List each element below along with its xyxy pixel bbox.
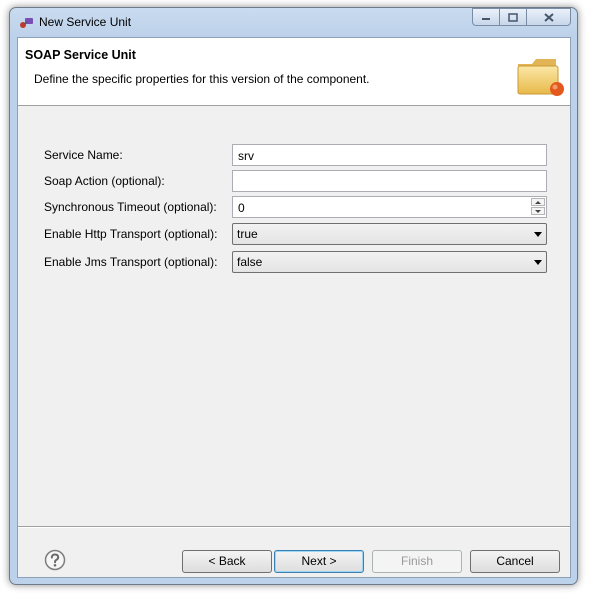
chevron-down-icon bbox=[535, 209, 541, 213]
back-button[interactable]: < Back bbox=[182, 550, 272, 573]
jms-transport-select[interactable]: false bbox=[232, 251, 547, 273]
finish-button[interactable]: Finish bbox=[372, 550, 462, 573]
folder-icon bbox=[517, 59, 564, 96]
sync-timeout-row: Synchronous Timeout (optional): 0 bbox=[44, 196, 548, 218]
page-title: SOAP Service Unit bbox=[25, 48, 136, 62]
soap-action-row: Soap Action (optional): bbox=[44, 170, 548, 192]
page-description: Define the specific properties for this … bbox=[34, 72, 370, 86]
spinner-down-button[interactable] bbox=[531, 207, 545, 215]
http-transport-value: true bbox=[237, 227, 258, 241]
dialog-window: New Service Unit SOAP Service Unit Defin… bbox=[9, 7, 578, 585]
cancel-button[interactable]: Cancel bbox=[470, 550, 560, 573]
soap-action-label: Soap Action (optional): bbox=[44, 174, 165, 188]
service-name-input[interactable]: srv bbox=[232, 144, 547, 166]
jms-transport-label: Enable Jms Transport (optional): bbox=[44, 255, 218, 269]
wizard-header: SOAP Service Unit Define the specific pr… bbox=[18, 38, 570, 106]
maximize-icon bbox=[508, 12, 518, 22]
soap-action-input[interactable] bbox=[232, 170, 547, 192]
http-transport-row: Enable Http Transport (optional): true bbox=[44, 223, 548, 245]
button-bar-separator bbox=[18, 526, 570, 528]
dropdown-arrow-icon bbox=[534, 232, 542, 237]
sync-timeout-value: 0 bbox=[238, 201, 245, 215]
spinner-buttons bbox=[531, 198, 545, 216]
minimize-icon bbox=[482, 18, 490, 20]
sync-timeout-spinner[interactable]: 0 bbox=[232, 196, 547, 218]
close-icon bbox=[543, 12, 554, 22]
spinner-up-button[interactable] bbox=[531, 198, 545, 206]
caption-buttons bbox=[472, 8, 571, 28]
sync-timeout-label: Synchronous Timeout (optional): bbox=[44, 200, 217, 214]
service-name-label: Service Name: bbox=[44, 148, 123, 162]
app-icon bbox=[20, 18, 33, 28]
jms-transport-row: Enable Jms Transport (optional): false bbox=[44, 251, 548, 273]
service-name-row: Service Name: srv bbox=[44, 144, 548, 166]
maximize-button[interactable] bbox=[499, 8, 526, 26]
jms-transport-value: false bbox=[237, 255, 263, 269]
help-icon[interactable] bbox=[44, 549, 66, 571]
minimize-button[interactable] bbox=[472, 8, 499, 26]
next-button[interactable]: Next > bbox=[274, 550, 364, 573]
chevron-up-icon bbox=[535, 200, 541, 204]
http-transport-label: Enable Http Transport (optional): bbox=[44, 227, 218, 241]
dialog-content: SOAP Service Unit Define the specific pr… bbox=[17, 37, 571, 578]
window-title: New Service Unit bbox=[39, 15, 132, 29]
close-button[interactable] bbox=[526, 8, 571, 26]
http-transport-select[interactable]: true bbox=[232, 223, 547, 245]
dropdown-arrow-icon bbox=[534, 260, 542, 265]
title-bar[interactable]: New Service Unit bbox=[10, 8, 577, 38]
